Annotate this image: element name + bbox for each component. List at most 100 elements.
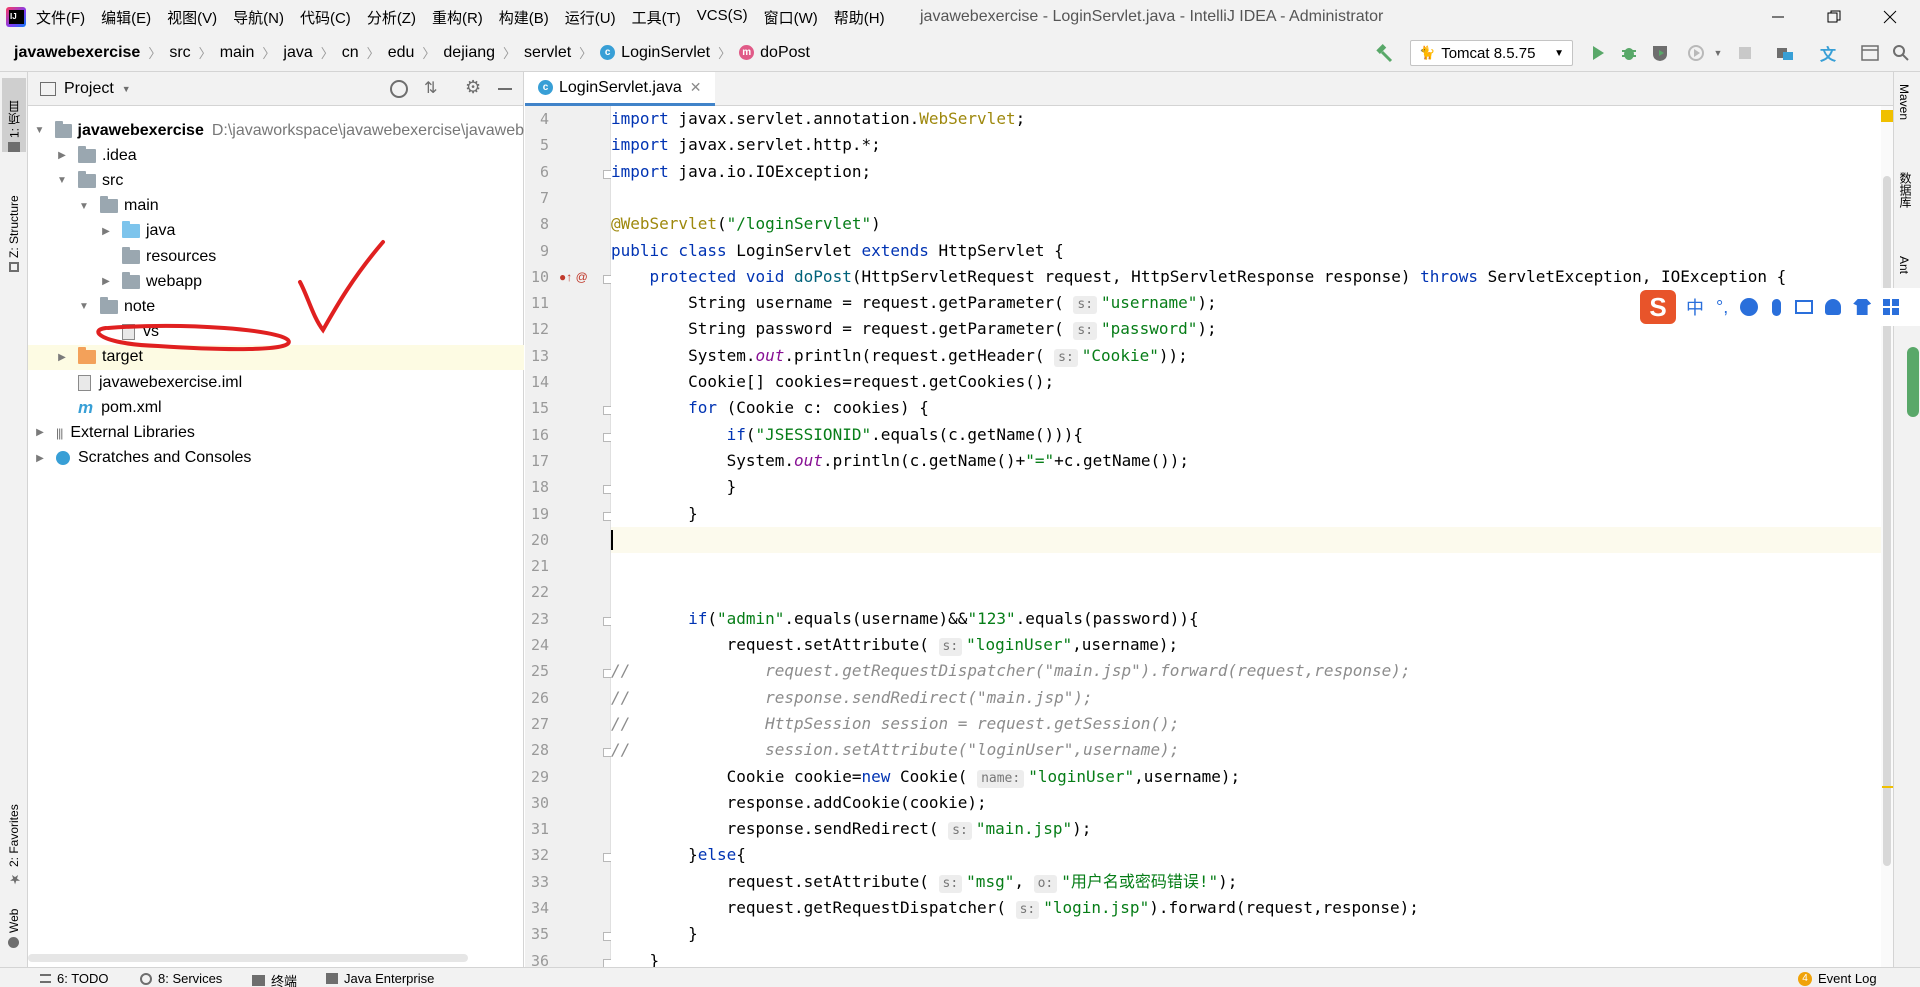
- tree-item[interactable]: ▼ javawebexercise D:\javaworkspace\javaweb…: [28, 118, 524, 143]
- profile-button[interactable]: [1686, 43, 1706, 63]
- code-line[interactable]: // session.setAttribute("loginUser",user…: [611, 737, 1881, 763]
- breadcrumb-item[interactable]: cn: [342, 44, 359, 62]
- code-line[interactable]: protected void doPost(HttpServletRequest…: [611, 264, 1881, 290]
- stop-button[interactable]: [1735, 43, 1755, 63]
- code-line[interactable]: System.out.println(c.getName()+"="+c.get…: [611, 448, 1881, 474]
- close-tab-icon[interactable]: ✕: [690, 79, 702, 96]
- tool-tab-ant[interactable]: Ant: [1897, 256, 1911, 274]
- build-button[interactable]: [1374, 43, 1394, 63]
- tool-tab-java-enterprise[interactable]: Java Enterprise: [326, 971, 434, 986]
- code-line[interactable]: import java.io.IOException;: [611, 159, 1881, 185]
- emoji-icon[interactable]: [1740, 298, 1759, 316]
- run-button[interactable]: [1588, 43, 1608, 63]
- punctuation-icon[interactable]: °,: [1716, 297, 1728, 318]
- locate-file-icon[interactable]: [390, 80, 408, 98]
- code-line[interactable]: [611, 579, 1881, 605]
- tool-tab-todo[interactable]: 6: TODO: [40, 971, 109, 986]
- code-editor[interactable]: import javax.servlet.annotation.WebServl…: [611, 106, 1881, 967]
- breadcrumb-item[interactable]: src: [169, 44, 190, 62]
- ime-language-toggle[interactable]: 中: [1686, 294, 1704, 320]
- debug-button[interactable]: [1619, 43, 1639, 63]
- menu-item-0[interactable]: 文件(F): [36, 7, 85, 28]
- code-line[interactable]: // HttpSession session = request.getSess…: [611, 711, 1881, 737]
- sogou-logo-icon[interactable]: S: [1640, 290, 1676, 324]
- code-line[interactable]: }: [611, 948, 1881, 967]
- code-line[interactable]: request.getRequestDispatcher( s: "login.j…: [611, 895, 1881, 921]
- tool-tab-services[interactable]: 8: Services: [140, 971, 222, 986]
- chevron-down-icon[interactable]: ▼: [122, 84, 131, 94]
- gear-icon[interactable]: ⚙: [465, 77, 481, 98]
- tab-loginservlet-java[interactable]: c LoginServlet.java ✕: [525, 72, 715, 106]
- code-line[interactable]: @WebServlet("/loginServlet"): [611, 211, 1881, 237]
- code-line[interactable]: import javax.servlet.annotation.WebServl…: [611, 106, 1881, 132]
- tree-item[interactable]: ▶ .idea: [28, 143, 524, 168]
- maximize-button[interactable]: [1806, 0, 1862, 34]
- collapsed-arrow-icon[interactable]: ▶: [56, 352, 68, 363]
- menu-item-3[interactable]: 导航(N): [233, 7, 284, 28]
- search-everywhere-button[interactable]: [1891, 43, 1911, 63]
- code-line[interactable]: }: [611, 921, 1881, 947]
- code-line[interactable]: if("JSESSIONID".equals(c.getName())){: [611, 422, 1881, 448]
- tool-tab-project[interactable]: 1: 项目: [2, 78, 26, 152]
- minimize-button[interactable]: [1750, 0, 1806, 34]
- tool-tab-web[interactable]: Web: [2, 894, 26, 948]
- code-line[interactable]: public class LoginServlet extends HttpSe…: [611, 238, 1881, 264]
- breadcrumb-item[interactable]: dejiang: [443, 44, 495, 62]
- code-line[interactable]: System.out.println(request.getHeader( s:…: [611, 343, 1881, 369]
- keyboard-icon[interactable]: [1795, 300, 1814, 314]
- menu-item-2[interactable]: 视图(V): [167, 7, 217, 28]
- code-line[interactable]: request.setAttribute( s: "loginUser",user…: [611, 632, 1881, 658]
- code-line[interactable]: response.sendRedirect( s: "main.jsp");: [611, 816, 1881, 842]
- collapsed-arrow-icon[interactable]: ▶: [56, 150, 68, 161]
- expanded-arrow-icon[interactable]: ▼: [34, 125, 45, 136]
- tool-tab-terminal[interactable]: 终端: [252, 971, 297, 987]
- tree-item[interactable]: ▼ src: [28, 168, 524, 193]
- project-view-selector[interactable]: Project: [64, 80, 114, 98]
- code-line[interactable]: if("admin".equals(username)&&"123".equal…: [611, 606, 1881, 632]
- code-line[interactable]: [611, 526, 1881, 553]
- tool-tab-database[interactable]: 数据库: [1897, 172, 1914, 208]
- code-line[interactable]: response.addCookie(cookie);: [611, 790, 1881, 816]
- skin-icon[interactable]: [1853, 299, 1872, 315]
- menu-item-9[interactable]: 工具(T): [632, 7, 681, 28]
- code-line[interactable]: import javax.servlet.http.*;: [611, 132, 1881, 158]
- editor-scrollbar[interactable]: [1881, 106, 1893, 967]
- toolbox-icon[interactable]: [1883, 299, 1900, 315]
- code-line[interactable]: Cookie cookie=new Cookie( name: "loginUse…: [611, 764, 1881, 790]
- run-configuration-select[interactable]: 🐈 Tomcat 8.5.75 ▼: [1410, 40, 1573, 66]
- tool-tab-structure[interactable]: Z: Structure: [2, 168, 26, 272]
- breadcrumb-item[interactable]: main: [220, 44, 255, 62]
- breadcrumb-item[interactable]: m doPost: [739, 44, 810, 62]
- menu-item-11[interactable]: 窗口(W): [764, 7, 818, 28]
- tree-item[interactable]: ▶ Scratches and Consoles: [28, 446, 524, 471]
- code-line[interactable]: [611, 553, 1881, 579]
- tool-tab-event-log[interactable]: 4 Event Log: [1798, 971, 1877, 986]
- breadcrumb-item[interactable]: javawebexercise: [14, 44, 140, 62]
- collapsed-arrow-icon[interactable]: ▶: [34, 427, 46, 438]
- code-line[interactable]: Cookie[] cookies=request.getCookies();: [611, 369, 1881, 395]
- code-line[interactable]: }else{: [611, 842, 1881, 868]
- tree-item[interactable]: ▶ ||| External Libraries: [28, 420, 524, 445]
- menu-item-5[interactable]: 分析(Z): [367, 7, 416, 28]
- menu-item-1[interactable]: 编辑(E): [101, 7, 151, 28]
- horizontal-scrollbar[interactable]: [28, 954, 468, 962]
- collapsed-arrow-icon[interactable]: ▶: [34, 453, 46, 464]
- coverage-button[interactable]: [1650, 43, 1670, 63]
- translate-button[interactable]: 文: [1818, 43, 1838, 64]
- menu-item-4[interactable]: 代码(C): [300, 7, 351, 28]
- code-line[interactable]: // response.sendRedirect("main.jsp");: [611, 685, 1881, 711]
- scrollbar-thumb[interactable]: [1883, 176, 1891, 866]
- presentation-mode-button[interactable]: [1860, 43, 1880, 63]
- tree-item[interactable]: m pom.xml: [28, 395, 524, 420]
- tool-tab-favorites[interactable]: ★ 2: Favorites: [2, 786, 26, 886]
- microphone-icon[interactable]: [1772, 298, 1782, 316]
- menu-item-10[interactable]: VCS(S): [697, 7, 748, 28]
- breadcrumb-item[interactable]: java: [283, 44, 312, 62]
- project-structure-button[interactable]: [1775, 43, 1795, 63]
- menu-item-8[interactable]: 运行(U): [565, 7, 616, 28]
- menu-item-12[interactable]: 帮助(H): [834, 7, 885, 28]
- code-line[interactable]: [611, 185, 1881, 211]
- code-line[interactable]: }: [611, 474, 1881, 500]
- breadcrumb-item[interactable]: c LoginServlet: [600, 44, 710, 62]
- user-icon[interactable]: [1825, 299, 1842, 315]
